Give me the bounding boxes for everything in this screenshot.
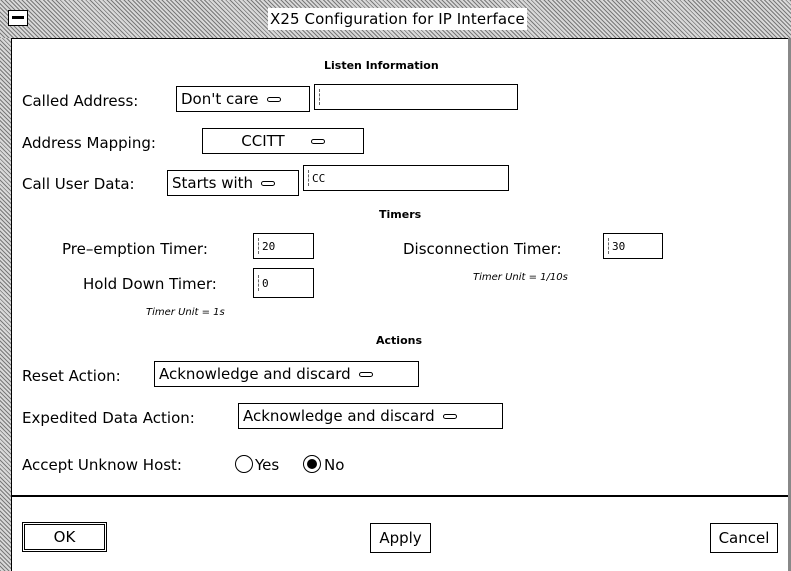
call-user-data-value: CC <box>312 171 326 185</box>
hold-down-timer-value: 0 <box>262 276 269 290</box>
text-caret-icon <box>319 89 321 105</box>
accept-no-radio[interactable] <box>303 455 321 473</box>
accept-yes-radio[interactable] <box>235 455 253 473</box>
text-caret-icon <box>258 275 260 291</box>
menu-indicator-icon <box>266 96 281 102</box>
expedited-data-action-menu[interactable]: Acknowledge and discard <box>238 403 503 429</box>
window-frame-left <box>0 38 12 571</box>
called-address-menu[interactable]: Don't care <box>176 86 310 112</box>
menu-indicator-icon <box>310 138 325 144</box>
reset-action-label: Reset Action: <box>22 367 121 385</box>
address-mapping-label: Address Mapping: <box>22 134 156 152</box>
apply-button[interactable]: Apply <box>370 523 431 553</box>
expedited-data-action-label: Expedited Data Action: <box>22 409 195 427</box>
actions-heading: Actions <box>376 334 422 347</box>
preemption-timer-field[interactable]: 20 <box>253 233 314 259</box>
text-caret-icon <box>608 238 610 254</box>
called-address-menu-value: Don't care <box>181 90 259 108</box>
call-user-data-menu-value: Starts with <box>172 174 254 192</box>
disconnection-timer-label: Disconnection Timer: <box>403 240 562 258</box>
preemption-timer-label: Pre–emption Timer: <box>62 240 208 258</box>
accept-unknown-host-label: Accept Unknow Host: <box>22 456 182 474</box>
hold-down-timer-label: Hold Down Timer: <box>83 275 217 293</box>
timer-unit-note-left: Timer Unit = 1s <box>146 307 225 318</box>
address-mapping-menu[interactable]: CCITT <box>202 128 364 154</box>
accept-yes-label[interactable]: Yes <box>255 456 279 474</box>
called-address-field[interactable] <box>314 84 518 110</box>
timer-unit-note-right: Timer Unit = 1/10s <box>473 272 568 283</box>
cancel-button[interactable]: Cancel <box>710 523 778 553</box>
call-user-data-field[interactable]: CC <box>303 165 509 191</box>
disconnection-timer-value: 30 <box>612 239 626 253</box>
expedited-data-action-menu-value: Acknowledge and discard <box>243 407 435 425</box>
menu-indicator-icon <box>261 180 276 186</box>
reset-action-menu[interactable]: Acknowledge and discard <box>154 361 419 387</box>
address-mapping-menu-value: CCITT <box>241 132 285 150</box>
window-title: X25 Configuration for IP Interface <box>268 8 527 30</box>
menu-indicator-icon <box>442 413 457 419</box>
call-user-data-menu[interactable]: Starts with <box>167 170 299 196</box>
call-user-data-label: Call User Data: <box>22 175 135 193</box>
title-bar[interactable]: X25 Configuration for IP Interface <box>0 0 791 39</box>
accept-no-label[interactable]: No <box>324 456 344 474</box>
menu-indicator-icon <box>358 371 373 377</box>
reset-action-menu-value: Acknowledge and discard <box>159 365 351 383</box>
listen-heading: Listen Information <box>324 59 439 72</box>
called-address-label: Called Address: <box>22 92 139 110</box>
text-caret-icon <box>308 170 310 186</box>
minus-icon <box>12 16 24 19</box>
window-menu-button[interactable] <box>8 10 28 26</box>
text-caret-icon <box>258 238 260 254</box>
preemption-timer-value: 20 <box>262 239 276 253</box>
ok-button[interactable]: OK <box>22 522 107 552</box>
button-row-separator <box>12 495 788 497</box>
hold-down-timer-field[interactable]: 0 <box>253 268 314 298</box>
dialog-body: Listen Information Called Address: Don't… <box>12 39 788 571</box>
disconnection-timer-field[interactable]: 30 <box>603 233 663 259</box>
timers-heading: Timers <box>379 208 422 221</box>
